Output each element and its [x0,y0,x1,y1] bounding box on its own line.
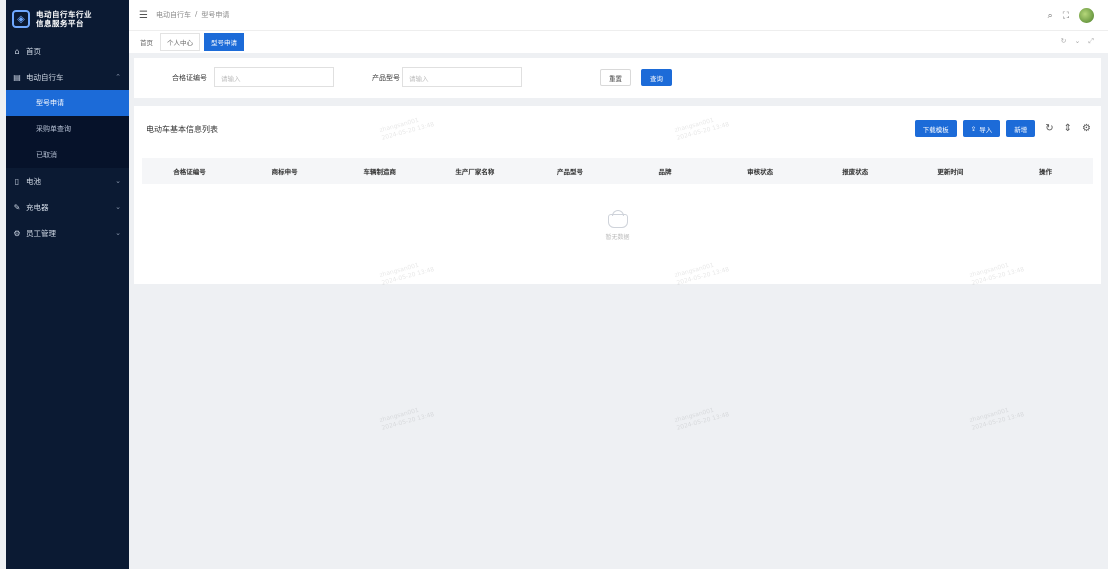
table-panel: 电动车基本信息列表 下载模板 ⇪ 导入 新增 ↻ ⇕ ⚙ 合格证编号 商标申号 … [134,106,1101,284]
watermark: zhangsan0012024-05-20 13:48 [673,406,730,432]
tab-personal[interactable]: 个人中心 [160,33,200,51]
column-header: 品牌 [658,168,672,176]
cert-number-label: 合格证编号 [172,74,207,82]
refresh-icon[interactable]: ↻ [1061,37,1067,46]
import-label: 导入 [979,125,993,134]
tab-home[interactable]: 首页 [137,34,156,50]
brand-title-line2: 信息服务平台 [36,19,84,28]
sidebar-subitem-label: 已取消 [36,151,57,159]
brand: ◈ 电动自行车行业 信息服务平台 [6,0,129,38]
tab-tools: ↻ ⌄ ⤢ [1061,37,1094,46]
watermark: zhangsan0012024-05-20 13:48 [968,406,1025,432]
home-icon: ⌂ [14,46,20,56]
sidebar-subitem-model-apply[interactable]: 型号申请 [6,90,129,116]
sidebar-subitem-purchase-query[interactable]: 采购单查询 [6,116,129,142]
column-header: 合格证编号 [173,168,206,176]
tab-model-apply[interactable]: 型号申请 [204,33,244,51]
chevron-up-icon: ⌃ [115,73,121,81]
query-button[interactable]: 查询 [641,69,672,86]
fullscreen-icon[interactable]: ⛶ [1063,11,1069,21]
breadcrumb-item: 型号申请 [201,11,230,19]
column-header: 更新时间 [937,168,964,176]
breadcrumb-separator: / [194,10,198,18]
sidebar-item-charger[interactable]: ✎ 充电器 ⌄ [6,194,129,220]
sidebar-item-home[interactable]: ⌂ 首页 [6,38,129,64]
sidebar-item-label: 电动自行车 [26,72,64,82]
sidebar-subitem-label: 采购单查询 [36,125,71,133]
sidebar-item-battery[interactable]: ▯ 电池 ⌄ [6,168,129,194]
model-label: 产品型号 [372,74,400,82]
charger-icon: ✎ [13,202,21,212]
model-input[interactable]: 请输入 [402,67,522,87]
sidebar-item-ebike[interactable]: ▤ 电动自行车 ⌃ [6,64,129,90]
watermark: zhangsan0012024-05-20 13:48 [378,406,435,432]
sidebar: ◈ 电动自行车行业 信息服务平台 ⌂ 首页 ▤ 电动自行车 ⌃ 型号申请 采购单… [6,0,129,569]
sidebar-submenu: 型号申请 采购单查询 已取消 [6,90,129,168]
top-header: ☰ 电动自行车 / 型号申请 ⌕ ⛶ [129,0,1108,30]
chevron-down-icon: ⌄ [115,177,121,185]
breadcrumb: 电动自行车 / 型号申请 [156,10,229,20]
logo-icon: ◈ [12,10,30,28]
sidebar-item-label: 充电器 [26,202,49,212]
empty-text: 暂无数据 [605,234,630,241]
chevron-down-icon[interactable]: ⌄ [1075,37,1081,46]
sidebar-subitem-cancelled[interactable]: 已取消 [6,142,129,168]
sidebar-item-label: 首页 [26,46,41,56]
add-button[interactable]: 新增 [1006,120,1036,137]
avatar[interactable] [1079,8,1094,23]
bike-icon: ▤ [13,72,21,82]
breadcrumb-item[interactable]: 电动自行车 [156,10,191,20]
upload-icon: ⇪ [970,124,977,133]
chevron-down-icon: ⌄ [115,229,121,237]
sidebar-item-label: 电池 [26,176,41,186]
column-height-icon[interactable]: ⇕ [1064,123,1072,134]
cert-number-input[interactable]: 请输入 [214,67,334,87]
sidebar-subitem-label: 型号申请 [36,99,64,107]
staff-icon: ⚙ [13,228,21,238]
column-header: 产品型号 [556,168,583,176]
menu-toggle-icon[interactable]: ☰ [139,10,148,21]
column-header: 操作 [1038,168,1052,176]
table-header: 合格证编号 商标申号 车辆制造商 生产厂家名称 产品型号 品牌 审核状态 报废状… [142,158,1093,184]
column-header: 生产厂家名称 [455,168,495,176]
chevron-down-icon: ⌄ [115,203,121,211]
reset-button[interactable]: 重置 [600,69,631,86]
tab-bar: 首页 个人中心 型号申请 ↻ ⌄ ⤢ [129,30,1108,53]
sidebar-item-label: 员工管理 [26,228,56,238]
battery-icon: ▯ [14,176,20,186]
brand-title-line1: 电动自行车行业 [36,10,92,19]
import-button[interactable]: ⇪ 导入 [962,120,1001,137]
table-title: 电动车基本信息列表 [146,125,218,134]
empty-state: 暂无数据 [605,210,630,241]
sidebar-item-staff[interactable]: ⚙ 员工管理 ⌄ [6,220,129,246]
expand-icon[interactable]: ⤢ [1088,37,1094,46]
download-template-button[interactable]: 下载模板 [914,120,957,137]
column-header: 报废状态 [842,168,869,176]
table-toolbar: 下载模板 ⇪ 导入 新增 ↻ ⇕ ⚙ [914,120,1091,137]
column-header: 车辆制造商 [363,168,396,176]
column-header: 审核状态 [747,168,774,176]
empty-box-icon [607,210,628,228]
refresh-icon[interactable]: ↻ [1045,123,1053,134]
settings-icon[interactable]: ⚙ [1082,123,1091,134]
search-panel: 合格证编号 请输入 产品型号 请输入 重置 查询 [134,58,1101,98]
header-tools: ⌕ ⛶ [1048,8,1094,23]
search-icon[interactable]: ⌕ [1048,11,1053,21]
column-header: 商标申号 [271,168,298,176]
